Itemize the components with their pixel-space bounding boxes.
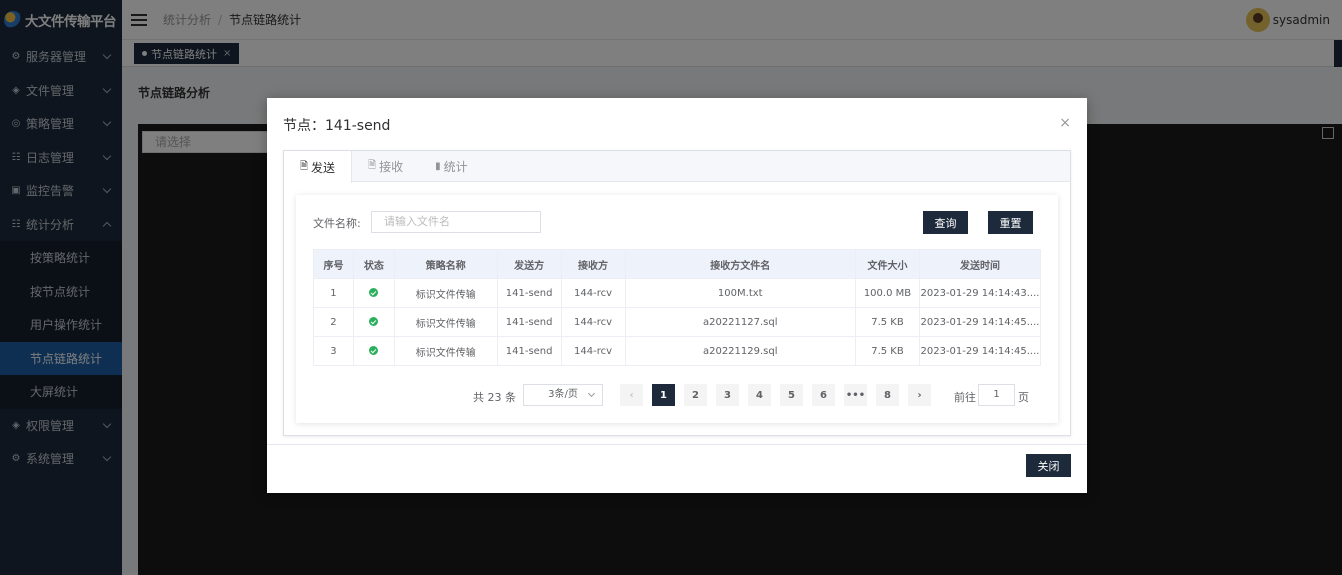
close-icon[interactable]: × [1059, 115, 1071, 131]
cell-status [352, 307, 395, 337]
bar-chart-icon: ▮ [435, 161, 441, 172]
cell-index: 3 [313, 336, 354, 366]
goto-label: 前往 [954, 391, 976, 404]
dialog-title: 节点：141-send [283, 118, 391, 134]
prev-page-button[interactable]: ‹ [620, 384, 643, 406]
cell-receiver: 144-rcv [560, 278, 626, 308]
page-4-button[interactable]: 4 [748, 384, 771, 406]
table-row[interactable]: 2 标识文件传输 141-send 144-rcv a20221127.sql … [313, 307, 1042, 337]
page-unit-label: 页 [1018, 391, 1029, 404]
cell-filename: a20221127.sql [624, 307, 856, 337]
success-check-icon [369, 346, 379, 355]
node-detail-dialog: 节点：141-send × 🗎 发送 🗎 接收 ▮ 统计 文件名称: 请输入文件… [267, 98, 1087, 493]
success-check-icon [369, 288, 379, 297]
cell-size: 100.0 MB [855, 278, 920, 308]
page-3-button[interactable]: 3 [716, 384, 739, 406]
cell-filename: 100M.txt [624, 278, 856, 308]
column-header: 发送方 [496, 249, 562, 279]
cell-time: 2023-01-29 14:14:43.... [918, 278, 1042, 308]
document-icon: 🗎 [300, 160, 309, 172]
column-header: 发送时间 [918, 249, 1042, 279]
column-header: 状态 [352, 249, 395, 279]
page-5-button[interactable]: 5 [780, 384, 803, 406]
table-row[interactable]: 1 标识文件传输 141-send 144-rcv 100M.txt 100.0… [313, 278, 1042, 308]
table-header-row: 序号 状态 策略名称 发送方 接收方 接收方文件名 文件大小 发送时间 [313, 249, 1042, 279]
tabs-header: 🗎 发送 🗎 接收 ▮ 统计 [284, 151, 1070, 183]
tab-label: 统计 [443, 160, 468, 174]
send-panel: 文件名称: 请输入文件名 查询 重置 序号 状态 策略名称 发送方 接收方 接收… [296, 195, 1058, 423]
filename-input[interactable]: 请输入文件名 [371, 211, 541, 233]
cell-status [352, 278, 395, 308]
cell-time: 2023-01-29 14:14:45.... [918, 307, 1042, 337]
page-6-button[interactable]: 6 [812, 384, 835, 406]
success-check-icon [369, 317, 379, 326]
goto-page-input[interactable]: 1 [978, 384, 1015, 406]
more-pages-button[interactable]: ••• [844, 384, 867, 406]
column-header: 策略名称 [393, 249, 498, 279]
reset-button[interactable]: 重置 [988, 211, 1033, 234]
cell-time: 2023-01-29 14:14:45.... [918, 336, 1042, 366]
column-header: 接收方 [560, 249, 626, 279]
tab-send[interactable]: 🗎 发送 [284, 151, 353, 183]
total-count: 共 23 条 [473, 391, 516, 404]
cell-filename: a20221129.sql [624, 336, 856, 366]
tab-statistics[interactable]: ▮ 统计 [419, 151, 484, 182]
cell-status [352, 336, 395, 366]
cell-policy: 标识文件传输 [393, 307, 498, 337]
send-records-table: 序号 状态 策略名称 发送方 接收方 接收方文件名 文件大小 发送时间 1 标识… [313, 249, 1042, 366]
cell-sender: 141-send [496, 336, 562, 366]
page-8-button[interactable]: 8 [876, 384, 899, 406]
cell-policy: 标识文件传输 [393, 336, 498, 366]
tab-label: 发送 [311, 160, 336, 175]
filename-label: 文件名称: [313, 217, 361, 230]
cell-receiver: 144-rcv [560, 307, 626, 337]
tabs-card: 🗎 发送 🗎 接收 ▮ 统计 文件名称: 请输入文件名 查询 重置 序号 状态 … [283, 150, 1071, 436]
pagination: 共 23 条 3条/页 ‹ 1 2 3 4 5 6 ••• 8 › 前往 1 页 [296, 384, 1058, 406]
column-header: 序号 [313, 249, 354, 279]
cell-size: 7.5 KB [855, 307, 920, 337]
close-button[interactable]: 关闭 [1026, 454, 1071, 477]
page-size-select[interactable]: 3条/页 [523, 384, 603, 406]
cell-receiver: 144-rcv [560, 336, 626, 366]
tab-receive[interactable]: 🗎 接收 [352, 151, 419, 182]
tab-label: 接收 [379, 160, 404, 174]
cell-sender: 141-send [496, 278, 562, 308]
document-icon: 🗎 [368, 160, 377, 171]
cell-size: 7.5 KB [855, 336, 920, 366]
page-2-button[interactable]: 2 [684, 384, 707, 406]
page-1-button[interactable]: 1 [652, 384, 675, 406]
next-page-button[interactable]: › [908, 384, 931, 406]
cell-sender: 141-send [496, 307, 562, 337]
column-header: 文件大小 [855, 249, 920, 279]
column-header: 接收方文件名 [624, 249, 856, 279]
query-button[interactable]: 查询 [923, 211, 968, 234]
cell-index: 1 [313, 278, 354, 308]
cell-policy: 标识文件传输 [393, 278, 498, 308]
cell-index: 2 [313, 307, 354, 337]
table-row[interactable]: 3 标识文件传输 141-send 144-rcv a20221129.sql … [313, 336, 1042, 366]
dialog-footer-divider [267, 444, 1087, 445]
